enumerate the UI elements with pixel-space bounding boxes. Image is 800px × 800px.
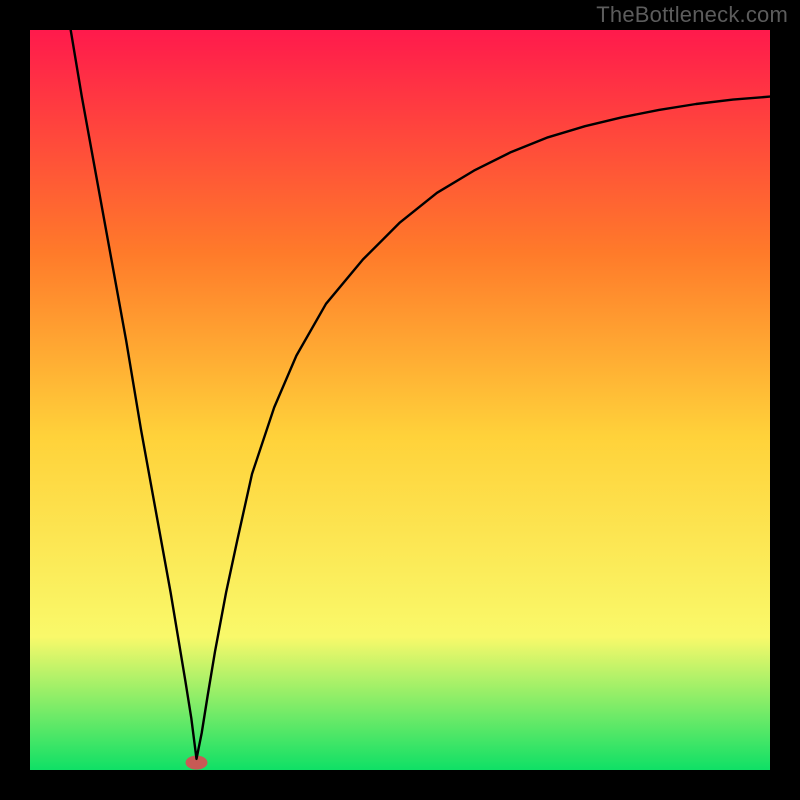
- chart-plot-area: [30, 30, 770, 770]
- chart-svg: [30, 30, 770, 770]
- chart-frame: TheBottleneck.com: [0, 0, 800, 800]
- gradient-background: [30, 30, 770, 770]
- watermark-text: TheBottleneck.com: [596, 2, 788, 28]
